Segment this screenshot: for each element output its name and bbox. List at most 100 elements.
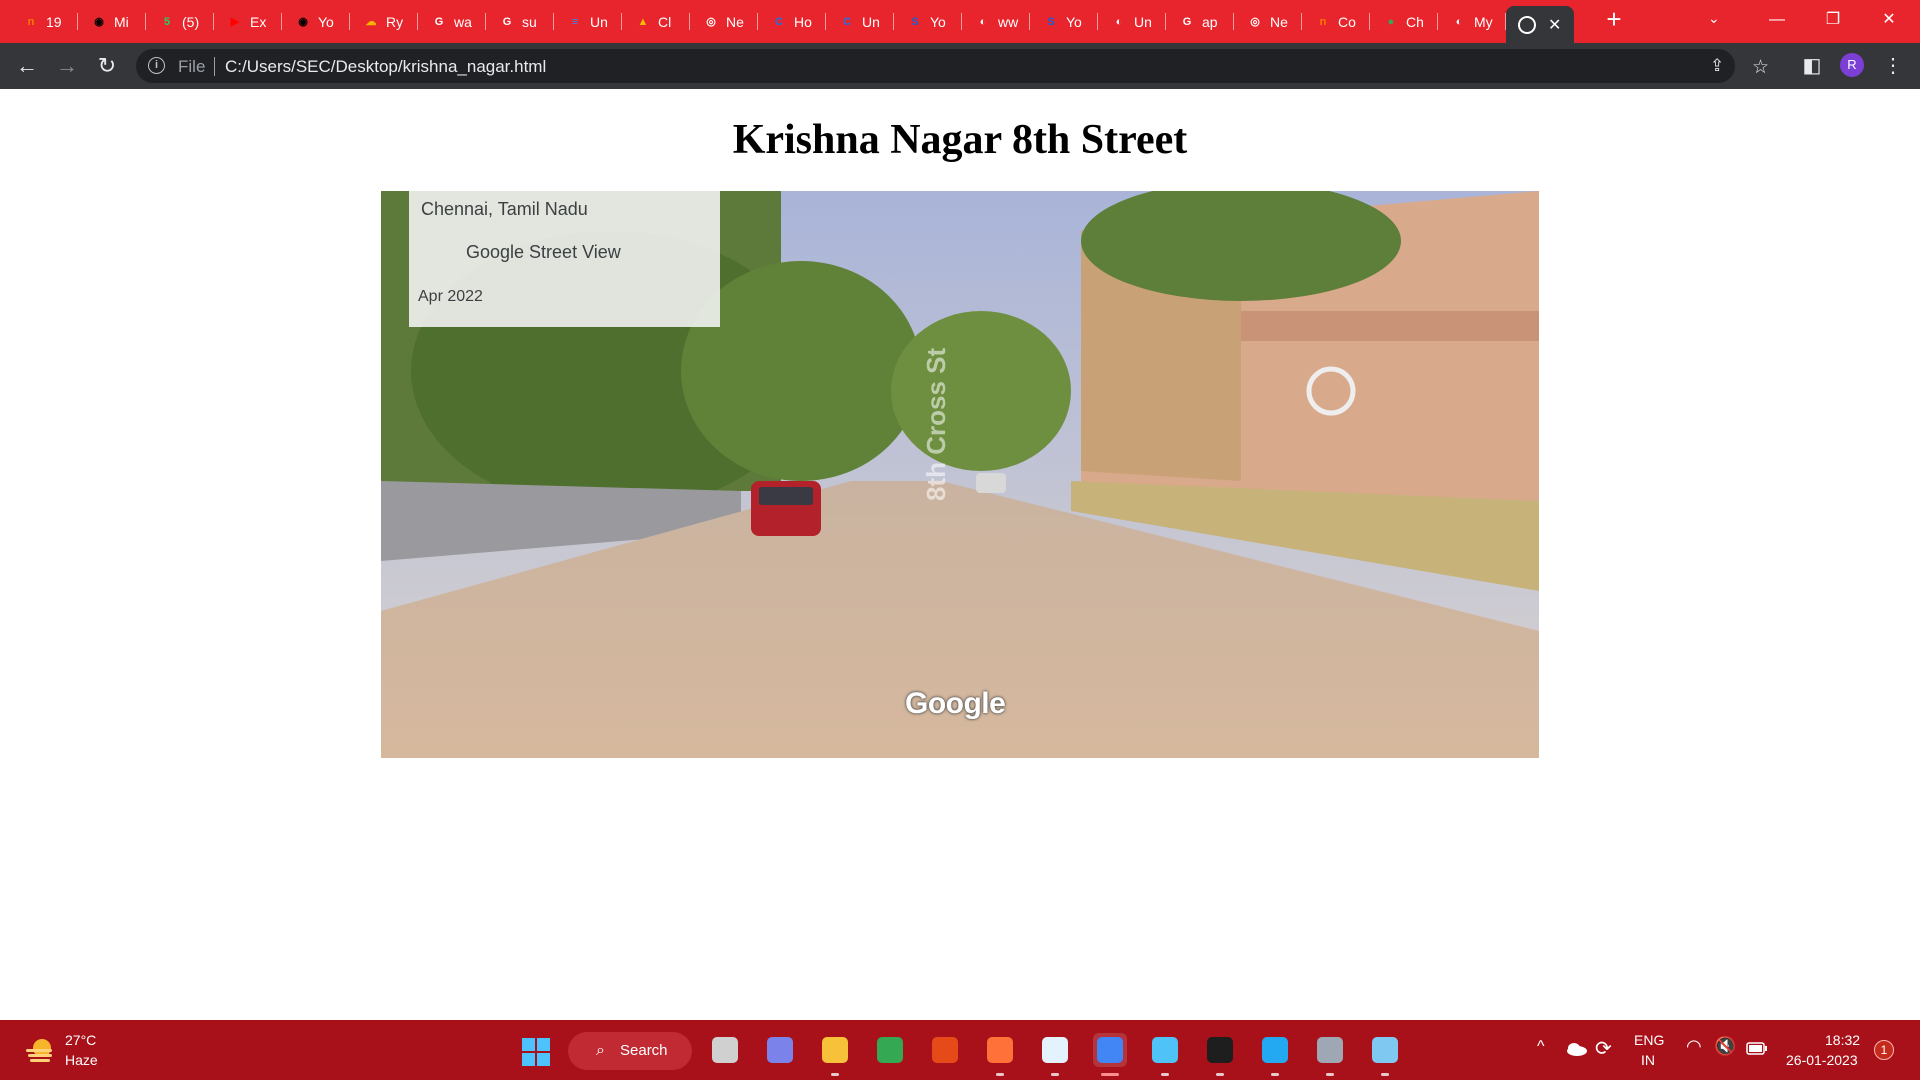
browser-tab[interactable]: 5 (5)	[146, 6, 214, 37]
weather-haze-icon[interactable]	[24, 1036, 56, 1064]
location-name: Chennai, Tamil Nadu	[421, 199, 588, 219]
clock-date[interactable]: 26-01-2023	[1786, 1052, 1858, 1068]
browser-tab[interactable]: ▲ Cl	[622, 6, 690, 37]
browser-tab-active[interactable]: ✕	[1506, 6, 1574, 43]
street-view-embed[interactable]: 8th Cross St Chennai, Tamil Nadu Google …	[381, 191, 1539, 758]
new-tab-button[interactable]: +	[1600, 6, 1628, 34]
page-title: Krishna Nagar 8th Street	[732, 117, 1188, 163]
volume-muted-icon[interactable]: 🔇	[1714, 1036, 1736, 1057]
forward-button[interactable]: →	[52, 51, 82, 81]
browser-tab[interactable]: ◉ Yo	[282, 6, 350, 37]
close-window-button[interactable]: ✕	[1864, 6, 1914, 34]
tab-title: Cl	[658, 13, 672, 30]
reload-button[interactable]: ↻	[92, 51, 122, 81]
google-logo: Google	[905, 687, 1006, 720]
tab-title: Ry	[386, 13, 404, 30]
tab-title: wa	[454, 13, 472, 30]
file-editor-icon[interactable]	[1038, 1033, 1072, 1076]
sync-icon[interactable]: ⟳	[1595, 1036, 1612, 1061]
windows-taskbar: 27°C Haze ⌕ Search ^ ⟳ ENG IN ◠ 🔇 18:32 …	[0, 1020, 1920, 1080]
url-text[interactable]: C:/Users/SEC/Desktop/krishna_nagar.html	[225, 57, 546, 77]
close-tab-icon[interactable]: ✕	[1548, 15, 1561, 35]
tab-title: Yo	[1066, 13, 1082, 30]
c-app-icon: C	[843, 15, 851, 28]
back-button[interactable]: ←	[12, 51, 42, 81]
browser-tab[interactable]: ▶ Ex	[214, 6, 282, 37]
notification-badge[interactable]: 1	[1874, 1040, 1894, 1060]
restore-button[interactable]: ❐	[1808, 6, 1858, 34]
teams-meet-icon[interactable]	[763, 1033, 797, 1067]
browser-tab[interactable]: Gap	[1166, 6, 1234, 37]
github-icon: ◉	[298, 16, 308, 28]
color-wheel-icon[interactable]	[928, 1033, 962, 1067]
language-region[interactable]: IN	[1641, 1052, 1655, 1068]
tab-title: Ne	[726, 13, 744, 30]
browser-tab[interactable]: ● Ch	[1370, 6, 1438, 37]
capture-date: Apr 2022	[418, 288, 483, 305]
start-button[interactable]	[522, 1038, 550, 1066]
vscode-icon[interactable]	[1258, 1033, 1292, 1076]
language-code[interactable]: ENG	[1634, 1032, 1664, 1048]
browser-tab[interactable]: Gwa	[418, 6, 486, 37]
browser-menu-icon[interactable]: ⋮	[1878, 51, 1908, 81]
search-icon: ⌕	[596, 1042, 605, 1059]
tab-title: Yo	[318, 13, 334, 30]
globe-icon: ◐	[1455, 15, 1463, 28]
url-separator	[214, 57, 215, 76]
share-icon[interactable]: ⇪	[1710, 56, 1724, 76]
battery-icon[interactable]	[1746, 1042, 1768, 1056]
bookmark-star-icon[interactable]: ☆	[1752, 56, 1769, 79]
weather-description[interactable]: Haze	[65, 1052, 98, 1068]
site-info-icon[interactable]: i	[148, 57, 165, 74]
paint-icon[interactable]	[1368, 1033, 1402, 1076]
chrome-icon[interactable]	[873, 1033, 907, 1067]
color-wheel-glyph	[932, 1037, 958, 1063]
minimize-button[interactable]: —	[1752, 6, 1802, 34]
clock-time[interactable]: 18:32	[1825, 1032, 1860, 1048]
browser-tab[interactable]: ◐ Un	[1098, 6, 1166, 37]
browser-tab[interactable]: ◐ ww	[962, 6, 1030, 37]
file-explorer-icon[interactable]	[818, 1033, 852, 1076]
chrome-profile-glyph	[1097, 1037, 1123, 1063]
tray-overflow-chevron-icon[interactable]: ^	[1537, 1038, 1545, 1056]
notification-app-icon: n	[1319, 15, 1327, 28]
tab-title: 19	[46, 13, 62, 30]
terminal-icon[interactable]	[1203, 1033, 1237, 1076]
notepad-icon[interactable]	[1148, 1033, 1182, 1076]
notification-app-icon: n	[27, 15, 35, 28]
browser-tab[interactable]: S Yo	[1030, 6, 1098, 37]
tab-title: Ne	[1270, 13, 1288, 30]
tab-search-button[interactable]: ⌄	[1708, 10, 1720, 27]
address-bar[interactable]: i File C:/Users/SEC/Desktop/krishna_naga…	[136, 49, 1769, 83]
task-view-icon[interactable]	[708, 1033, 742, 1067]
chrome-profile-icon[interactable]	[1093, 1033, 1127, 1076]
side-panel-icon[interactable]: ◧	[1797, 51, 1827, 81]
profile-avatar[interactable]: R	[1840, 53, 1864, 77]
browser-tab[interactable]: ☁ Ry	[350, 6, 418, 37]
browser-tab[interactable]: C Un	[826, 6, 894, 37]
browser-tab[interactable]: C Ho	[758, 6, 826, 37]
tab-title: Un	[590, 13, 608, 30]
street-view-link[interactable]: Google Street View	[466, 242, 621, 263]
vscode-glyph	[1262, 1037, 1288, 1063]
s-app-icon: S	[911, 15, 919, 28]
onedrive-icon[interactable]	[1565, 1042, 1587, 1056]
wifi-icon[interactable]: ◠	[1686, 1036, 1702, 1057]
browser-tab[interactable]: ◐ My	[1438, 6, 1506, 37]
browser-tab[interactable]: n 19	[10, 6, 78, 37]
file-explorer-glyph	[822, 1037, 848, 1063]
taskbar-search[interactable]: ⌕ Search	[568, 1032, 692, 1070]
weather-temperature[interactable]: 27°C	[65, 1032, 96, 1048]
tab-strip: n 19 ◉ Mi 5 (5) ▶ Ex ◉ Yo ☁ Ry Gwa Gsu ≡ Un ▲ Cl ◎ Ne C Ho C Un…	[0, 0, 1920, 43]
firefox-icon[interactable]	[983, 1033, 1017, 1076]
browser-tab[interactable]: S Yo	[894, 6, 962, 37]
browser-tab[interactable]: ◎ Ne	[1234, 6, 1302, 37]
cloud-app-icon: ☁	[365, 16, 377, 28]
browser-tab[interactable]: ≡ Un	[554, 6, 622, 37]
settings-icon[interactable]	[1313, 1033, 1347, 1076]
search-label: Search	[620, 1042, 668, 1059]
browser-tab[interactable]: ◉ Mi	[78, 6, 146, 37]
browser-tab[interactable]: Gsu	[486, 6, 554, 37]
browser-tab[interactable]: n Co	[1302, 6, 1370, 37]
browser-tab[interactable]: ◎ Ne	[690, 6, 758, 37]
